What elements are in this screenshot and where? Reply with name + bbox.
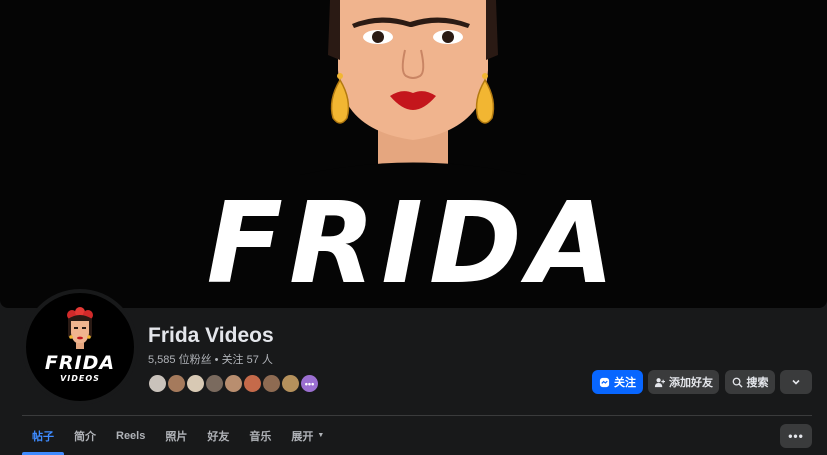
page-stats: 5,585 位粉丝 • 关注 57 人 xyxy=(148,351,273,367)
tab-reels[interactable]: Reels xyxy=(106,416,155,455)
more-options-button[interactable]: ••• xyxy=(780,424,812,448)
friend-avatars: ••• xyxy=(147,373,320,395)
friend-avatar[interactable] xyxy=(204,373,225,394)
friend-avatar[interactable] xyxy=(223,373,244,394)
more-friends-button[interactable]: ••• xyxy=(299,373,320,394)
friend-avatar[interactable] xyxy=(261,373,282,394)
tab-friends[interactable]: 好友 xyxy=(197,416,239,455)
tab-label: 展开 xyxy=(291,430,314,443)
tab-label: 简介 xyxy=(74,430,96,443)
page-title[interactable]: Frida Videos xyxy=(148,324,274,348)
friend-avatar[interactable] xyxy=(147,373,168,394)
tab-label: Reels xyxy=(116,429,146,442)
following-count[interactable]: 关注 57 人 xyxy=(222,354,273,366)
add-person-icon xyxy=(654,377,665,388)
add-friend-button-label: 添加好友 xyxy=(669,377,713,389)
expand-actions-button[interactable] xyxy=(780,370,812,394)
friend-avatar[interactable] xyxy=(185,373,206,394)
profile-avatar[interactable]: FRIDA VIDEOS xyxy=(22,289,138,405)
tab-photos[interactable]: 照片 xyxy=(155,416,197,455)
avatar-image: FRIDA VIDEOS xyxy=(26,293,134,401)
tab-label: 音乐 xyxy=(249,430,272,443)
cover-title-text: FRIDA xyxy=(206,179,621,308)
tab-label: 好友 xyxy=(207,430,230,443)
follow-button[interactable]: 关注 xyxy=(592,370,643,394)
friend-avatar[interactable] xyxy=(166,373,187,394)
profile-tabs: 帖子 简介 Reels 照片 好友 音乐 展开 ▼ xyxy=(22,416,334,455)
followers-count[interactable]: 5,585 位粉丝 xyxy=(148,354,212,366)
avatar-portrait-icon xyxy=(67,307,93,349)
follow-button-label: 关注 xyxy=(614,377,636,389)
avatar-subtitle-text: VIDEOS xyxy=(60,374,100,383)
search-button-label: 搜索 xyxy=(746,377,769,389)
tab-posts[interactable]: 帖子 xyxy=(22,416,64,455)
cover-photo[interactable]: FRIDA xyxy=(0,0,827,308)
friend-avatar[interactable] xyxy=(242,373,263,394)
stats-separator: • xyxy=(211,354,222,366)
tab-label: 照片 xyxy=(165,430,188,443)
search-icon xyxy=(732,377,743,388)
chevron-down-icon xyxy=(791,377,801,387)
tab-music[interactable]: 音乐 xyxy=(239,416,281,455)
add-friend-button[interactable]: 添加好友 xyxy=(648,370,719,394)
tab-label: 帖子 xyxy=(32,430,54,443)
search-button[interactable]: 搜索 xyxy=(725,370,775,394)
caret-down-icon: ▼ xyxy=(317,432,325,439)
friend-avatar[interactable] xyxy=(280,373,301,394)
tab-about[interactable]: 简介 xyxy=(64,416,106,455)
tab-more[interactable]: 展开 ▼ xyxy=(281,416,334,455)
messenger-icon xyxy=(599,377,610,388)
avatar-title-text: FRIDA xyxy=(44,352,116,374)
